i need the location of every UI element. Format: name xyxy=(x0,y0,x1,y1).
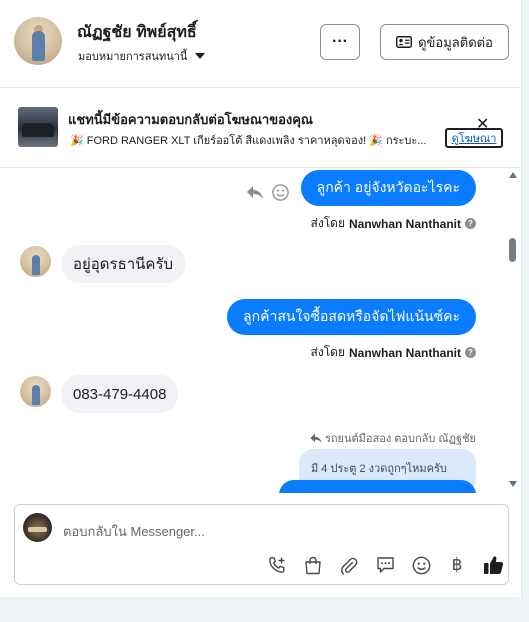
reply-arrow-icon xyxy=(310,433,322,443)
reply-context: รถยนต์มือสอง ตอบกลับ ณัฏฐชัย xyxy=(310,429,476,447)
messenger-panel: ณัฏฐชัย ทิพย์สุทธิ์ มอบหมายการสนทนานี้ ·… xyxy=(0,0,522,597)
reply-context-text: รถยนต์มือสอง ตอบกลับ ณัฏฐชัย xyxy=(324,433,476,445)
phone-plus-glyph xyxy=(268,556,284,573)
car-shape xyxy=(22,123,54,137)
conversation-header: ณัฏฐชัย ทิพย์สุทธิ์ มอบหมายการสนทนานี้ ·… xyxy=(0,0,522,88)
ad-thumbnail[interactable] xyxy=(18,107,58,147)
outgoing-message[interactable]: ลูกค้า อยู่จังหวัดอะไรคะ xyxy=(300,170,476,206)
assign-conversation-dropdown[interactable]: มอบหมายการสนทนานี้ xyxy=(78,47,206,65)
more-options-button[interactable]: ··· xyxy=(320,24,360,60)
avatar-figure xyxy=(32,255,40,275)
sent-by-name: Nanwhan Nanthanit xyxy=(348,345,461,360)
contact-card-icon xyxy=(396,36,413,48)
assign-label: มอบหมายการสนทนานี้ xyxy=(78,51,188,63)
thumbs-up-glyph xyxy=(483,556,503,574)
close-icon[interactable]: ✕ xyxy=(476,117,489,133)
outgoing-message[interactable]: ลูกค้าสนใจซื้อสดหรือจัดไฟแน้นซ์คะ xyxy=(227,299,476,335)
help-icon[interactable]: ? xyxy=(465,218,476,229)
message-actions xyxy=(246,184,289,201)
sent-by-prefix: ส่งโดย xyxy=(310,216,345,230)
outgoing-message-partial[interactable] xyxy=(279,480,476,493)
contact-avatar-small[interactable] xyxy=(20,246,51,277)
bag-icon[interactable] xyxy=(295,551,331,579)
incoming-message[interactable]: 083-479-4408 xyxy=(61,375,179,413)
message-input[interactable]: ตอบกลับใน Messenger... xyxy=(63,521,205,542)
sent-by-prefix: ส่งโดย xyxy=(310,345,345,359)
contact-avatar[interactable] xyxy=(14,17,62,65)
emoji-react-icon[interactable] xyxy=(272,184,289,201)
incoming-message[interactable]: อยู่อุดรธานีครับ xyxy=(61,245,186,283)
sent-by-name: Nanwhan Nanthanit xyxy=(348,216,461,231)
ad-reply-banner: แชทนี้มีข้อความตอบกลับต่อโฆษณาของคุณ 🎉 F… xyxy=(0,88,522,168)
chat-bubble-glyph xyxy=(376,557,394,573)
emoji-glyph xyxy=(412,556,430,574)
contact-name[interactable]: ณัฏฐชัย ทิพย์สุทธิ์ xyxy=(77,20,197,45)
chevron-down-icon xyxy=(195,53,206,59)
scroll-up-arrow-icon[interactable] xyxy=(509,172,517,178)
view-contact-button[interactable]: ดูข้อมูลติดต่อ xyxy=(380,24,509,60)
chat-bubble-icon[interactable] xyxy=(367,551,403,579)
emoji-icon[interactable] xyxy=(403,551,439,579)
scroll-down-arrow-icon[interactable] xyxy=(509,481,517,487)
thread-scrollbar[interactable] xyxy=(506,168,520,493)
ad-description: 🎉 FORD RANGER XLT เกียร์ออโต้ สีแดงเพลิง… xyxy=(70,135,427,147)
avatar-figure xyxy=(32,31,45,61)
bag-glyph xyxy=(305,556,321,574)
contact-avatar-small[interactable] xyxy=(20,376,51,407)
view-contact-label: ดูข้อมูลติดต่อ xyxy=(418,34,493,50)
sent-by-line: ส่งโดย Nanwhan Nanthanit ? xyxy=(311,343,476,362)
page-avatar-mark xyxy=(28,527,47,532)
reply-icon[interactable] xyxy=(246,185,264,201)
help-icon[interactable]: ? xyxy=(465,347,476,358)
thumbs-up-icon[interactable] xyxy=(475,551,511,579)
paperclip-glyph xyxy=(341,557,358,575)
avatar-figure xyxy=(32,385,40,405)
message-thread[interactable]: ลูกค้า อยู่จังหวัดอะไรคะ ส่งโดย Nanwhan … xyxy=(0,168,522,493)
page-avatar xyxy=(23,513,52,542)
sent-by-line: ส่งโดย Nanwhan Nanthanit ? xyxy=(311,214,476,233)
baht-icon[interactable]: ฿ xyxy=(439,551,475,579)
scroll-thumb[interactable] xyxy=(509,238,516,262)
paperclip-icon[interactable] xyxy=(331,551,367,579)
composer-toolbar: ฿ xyxy=(259,551,511,579)
ad-banner-title: แชทนี้มีข้อความตอบกลับต่อโฆษณาของคุณ xyxy=(68,112,313,127)
phone-plus-icon[interactable] xyxy=(259,551,295,579)
view-ad-link[interactable]: ดูโฆษณา xyxy=(445,128,503,148)
reply-composer: ตอบกลับใน Messenger... ฿ xyxy=(14,504,509,585)
